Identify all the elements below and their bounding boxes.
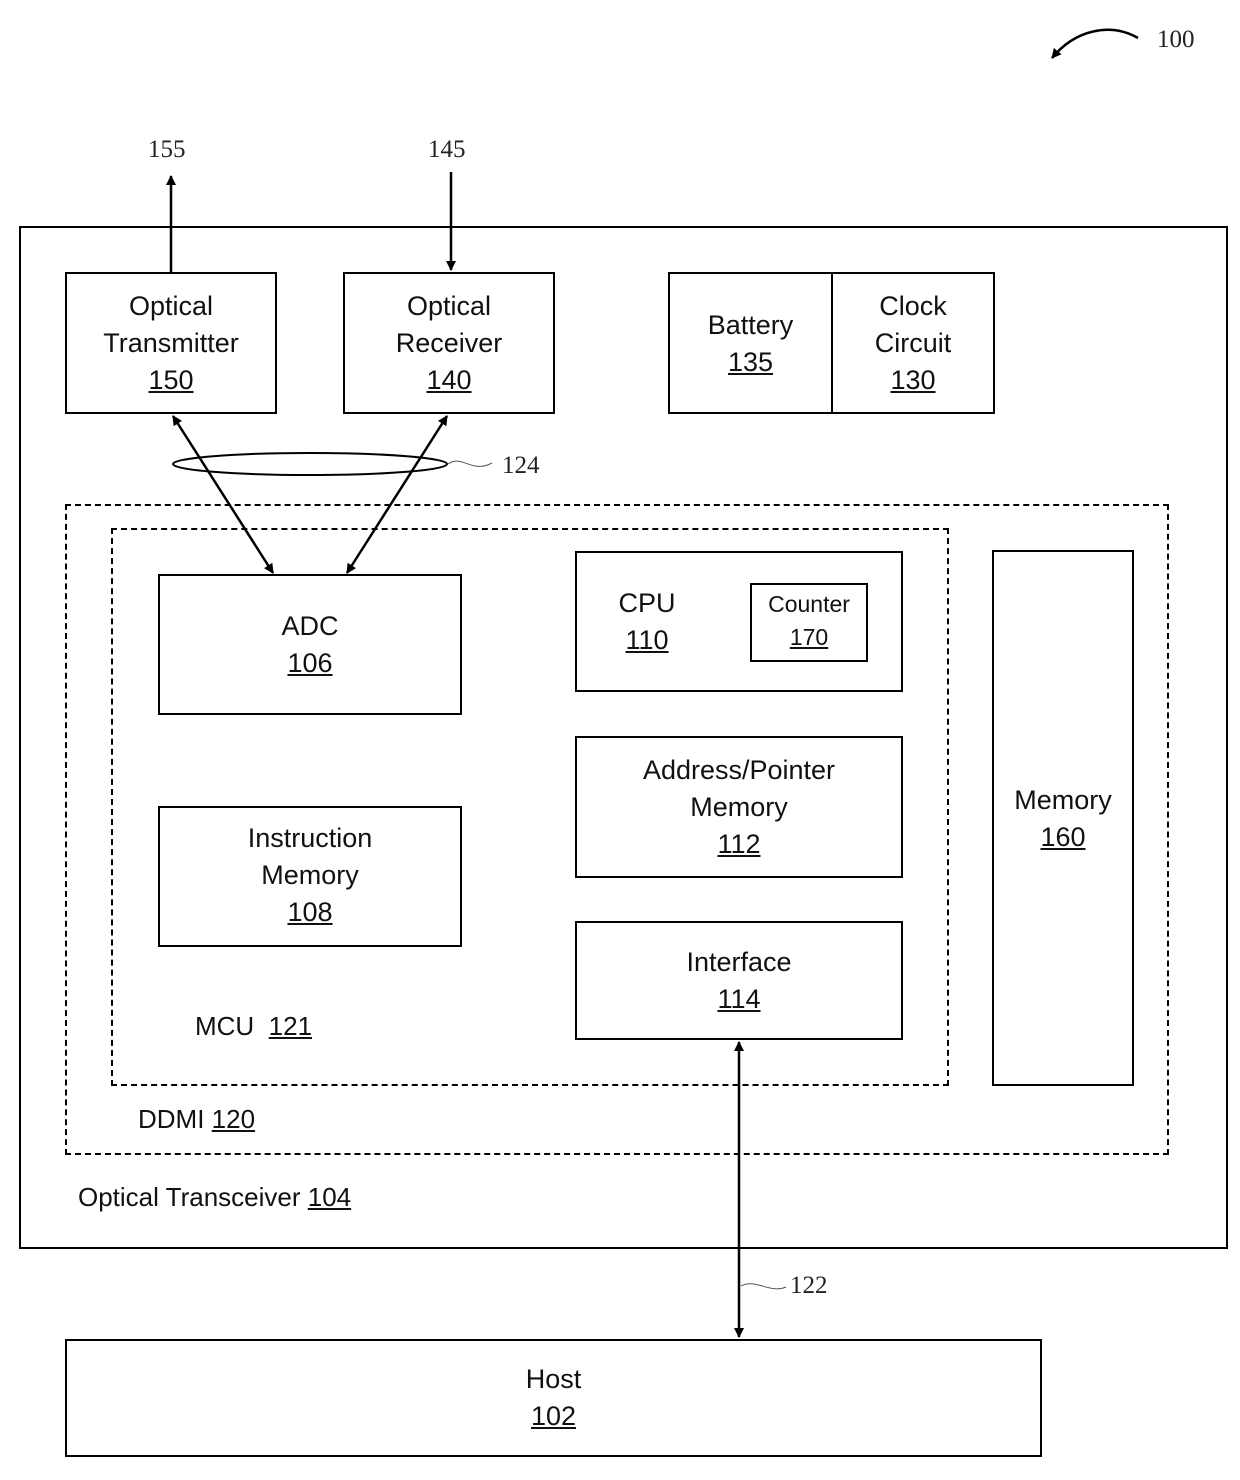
figure-ref-arrow	[1051, 28, 1139, 59]
counter-block: Counter 170	[750, 583, 868, 662]
host-link-ref: 122	[790, 1272, 828, 1299]
clock-circuit-block: Clock Circuit 130	[831, 272, 995, 414]
battery-block: Battery 135	[668, 272, 833, 414]
memory-block: Memory 160	[992, 550, 1134, 1086]
figure-ref-label: 100	[1157, 26, 1195, 53]
cpu-block: CPU 110 Counter 170	[575, 551, 903, 692]
interface-block: Interface 114	[575, 921, 903, 1040]
instruction-memory-block: Instruction Memory 108	[158, 806, 462, 947]
ddmi-label: DDMI 120	[138, 1104, 256, 1134]
rx-input-ref: 145	[428, 136, 466, 163]
host-block: Host 102	[65, 1339, 1042, 1457]
tx-output-ref: 155	[148, 136, 186, 163]
optical-transceiver-label: Optical Transceiver 104	[78, 1182, 352, 1212]
address-pointer-memory-block: Address/Pointer Memory 112	[575, 736, 903, 878]
host-link-leader	[740, 1283, 787, 1290]
optical-receiver-block: Optical Receiver 140	[343, 272, 555, 414]
mcu-label: MCU 121	[195, 1011, 313, 1041]
optical-transmitter-block: Optical Transmitter 150	[65, 272, 277, 414]
adc-block: ADC 106	[158, 574, 462, 715]
